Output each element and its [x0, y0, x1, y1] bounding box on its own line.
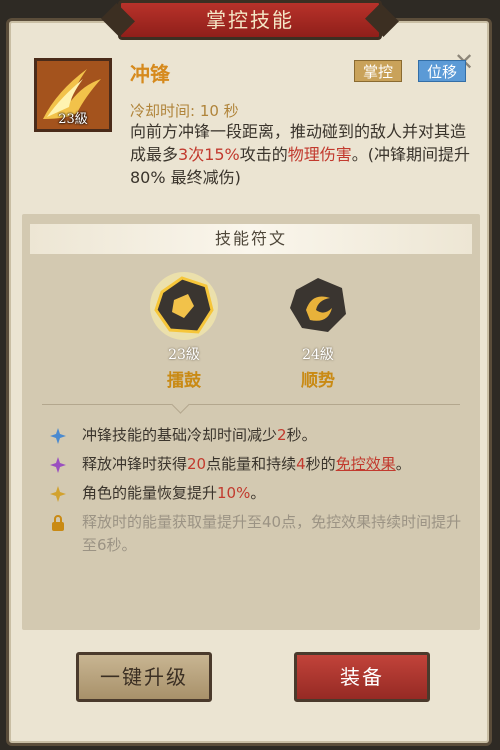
- effect-item: 冲锋技能的基础冷却时间减少2秒。: [46, 424, 466, 447]
- skill-icon: 23級: [34, 58, 112, 132]
- rune-momentum[interactable]: 24級 顺势: [278, 270, 358, 391]
- skill-name: 冲锋: [130, 62, 170, 86]
- skill-level: 23級: [58, 112, 88, 127]
- rune-name: 擂鼓: [167, 371, 201, 391]
- runes-panel: 技能符文 23級 擂鼓 24級 顺势 冲锋技能的基础冷却时间减少2秒。 释放冲锋…: [22, 214, 480, 630]
- skill-description: 向前方冲锋一段距离，推动碰到的敌人并对其造成最多3次15%攻击的物理伤害。(冲锋…: [130, 120, 480, 189]
- purple-diamond-icon: [50, 457, 66, 473]
- equip-button[interactable]: 装备: [294, 652, 430, 702]
- divider-arrow: [171, 395, 190, 414]
- effect-text: 秒。: [286, 426, 317, 444]
- rune-level: 23級: [168, 347, 200, 363]
- effect-text: 。: [250, 484, 266, 502]
- lock-icon: [52, 515, 64, 531]
- tag-control: 掌控: [354, 60, 403, 82]
- rune-level: 24級: [302, 347, 334, 363]
- divider: [42, 404, 460, 405]
- drum-rune-icon: [150, 272, 218, 340]
- cooldown-text: 冷却时间: 10 秒: [130, 102, 239, 120]
- blue-diamond-icon: [50, 428, 66, 444]
- locked-effect: 释放时的能量获取量提升至40点，免控效果持续时间提升至6秒。: [46, 511, 466, 557]
- effect-text: 秒的: [305, 455, 336, 473]
- effect-text: 释放冲锋时获得: [82, 455, 188, 473]
- gold-diamond-icon: [50, 486, 66, 502]
- rune-drum[interactable]: 23級 擂鼓: [144, 270, 224, 391]
- upgrade-all-button[interactable]: 一键升级: [76, 652, 212, 702]
- desc-highlight: 物理伤害: [287, 145, 352, 164]
- momentum-rune-icon: [290, 278, 346, 332]
- rune-name: 顺势: [301, 371, 335, 391]
- effect-text: 冲锋技能的基础冷却时间减少: [82, 426, 278, 444]
- effect-item: 角色的能量恢复提升10%。: [46, 482, 466, 505]
- page-title: 掌控技能: [118, 0, 382, 40]
- effects-list: 冲锋技能的基础冷却时间减少2秒。 释放冲锋时获得20点能量和持续4秒的免控效果。…: [46, 424, 466, 563]
- effect-highlight: 10%: [217, 484, 251, 502]
- effect-item: 释放冲锋时获得20点能量和持续4秒的免控效果。: [46, 453, 466, 476]
- effect-text: 。: [395, 455, 411, 473]
- desc-highlight: 3次15%: [178, 145, 240, 164]
- tag-displacement: 位移: [418, 60, 467, 82]
- desc-text: 攻击的: [239, 145, 288, 164]
- effect-highlight: 20: [187, 455, 207, 473]
- effect-text: 点能量和持续: [206, 455, 297, 473]
- locked-effect-text: 释放时的能量获取量提升至40点，免控效果持续时间提升至6秒。: [82, 513, 462, 554]
- effect-highlight: 4: [296, 455, 306, 473]
- effect-highlight: 2: [277, 426, 287, 444]
- immunity-link[interactable]: 免控效果: [336, 455, 396, 473]
- runes-header: 技能符文: [30, 224, 472, 254]
- effect-text: 角色的能量恢复提升: [82, 484, 218, 502]
